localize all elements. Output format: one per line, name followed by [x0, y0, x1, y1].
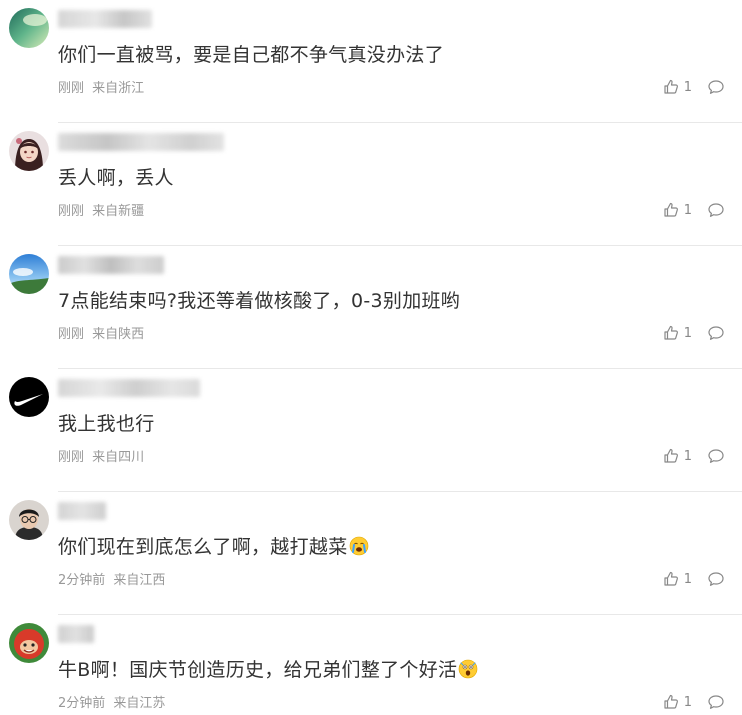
comment-text: 我上我也行 — [58, 413, 155, 435]
comment-meta: 刚刚 来自四川 — [58, 449, 144, 467]
comment-text-content: 你们现在到底怎么了啊，越打越菜 — [58, 536, 348, 558]
comment-item: 你们一直被骂，要是自己都不争气真没办法了 刚刚 来自浙江 1 — [0, 0, 742, 123]
comment-meta: 刚刚 来自浙江 — [58, 80, 144, 98]
comment-bubble-icon — [708, 203, 724, 217]
anime-girl-avatar-icon[interactable] — [9, 131, 49, 171]
like-button[interactable]: 1 — [663, 79, 692, 95]
reply-button[interactable] — [708, 571, 724, 587]
comment-meta: 刚刚 来自陕西 — [58, 326, 144, 344]
thumbs-up-icon — [664, 325, 678, 340]
comment-meta: 2分钟前 来自江苏 — [58, 695, 165, 713]
username-blurred[interactable] — [58, 625, 94, 643]
thumbs-up-icon — [664, 448, 678, 463]
thumbs-up-icon — [664, 79, 678, 94]
username-blurred[interactable] — [58, 133, 224, 151]
reply-button[interactable] — [708, 79, 724, 95]
comment-actions: 1 — [663, 325, 724, 341]
comment-location: 来自四川 — [92, 450, 145, 465]
comment-actions: 1 — [663, 79, 724, 95]
comment-text: 牛B啊！国庆节创造历史，给兄弟们整了个好活 — [58, 657, 478, 683]
username-blurred[interactable] — [58, 256, 164, 274]
thumbs-up-icon — [664, 202, 678, 217]
comment-actions: 1 — [663, 571, 724, 587]
thumbs-up-icon — [664, 694, 678, 709]
thumbs-up-icon — [664, 571, 678, 586]
comment-location: 来自浙江 — [92, 81, 145, 96]
crying-face-emoji-icon — [349, 536, 368, 556]
comment-actions: 1 — [663, 448, 724, 464]
blue-sky-landscape-avatar-icon[interactable] — [9, 254, 49, 294]
like-count: 1 — [683, 202, 692, 218]
like-count: 1 — [683, 694, 692, 710]
comment-location: 来自江苏 — [113, 696, 166, 711]
like-count: 1 — [683, 448, 692, 464]
username-blurred[interactable] — [58, 502, 106, 520]
comment-bubble-icon — [708, 572, 724, 586]
green-sky-avatar-icon[interactable] — [9, 8, 49, 48]
comment-item: 你们现在到底怎么了啊，越打越菜 2分钟前 来自江西 1 — [0, 492, 742, 615]
comment-time: 刚刚 — [58, 81, 85, 96]
like-count: 1 — [683, 571, 692, 587]
like-button[interactable]: 1 — [663, 571, 692, 587]
like-button[interactable]: 1 — [663, 202, 692, 218]
nike-swoosh-avatar-icon[interactable] — [9, 377, 49, 417]
shocked-face-emoji-icon — [459, 659, 478, 679]
person-with-glasses-avatar-icon[interactable] — [9, 500, 49, 540]
like-button[interactable]: 1 — [663, 694, 692, 710]
username-blurred[interactable] — [58, 379, 200, 397]
comment-actions: 1 — [663, 202, 724, 218]
like-button[interactable]: 1 — [663, 448, 692, 464]
comment-list: 你们一直被骂，要是自己都不争气真没办法了 刚刚 来自浙江 1 丢人啊，丢人 刚刚… — [0, 0, 742, 715]
comment-item: 丢人啊，丢人 刚刚 来自新疆 1 — [0, 123, 742, 246]
comment-bubble-icon — [708, 326, 724, 340]
comment-text: 丢人啊，丢人 — [58, 167, 174, 189]
like-count: 1 — [683, 79, 692, 95]
comment-time: 2分钟前 — [58, 573, 106, 588]
comment-meta: 2分钟前 来自江西 — [58, 572, 165, 590]
reply-button[interactable] — [708, 325, 724, 341]
username-blurred[interactable] — [58, 10, 152, 28]
reply-button[interactable] — [708, 202, 724, 218]
comment-time: 刚刚 — [58, 450, 85, 465]
comment-item: 我上我也行 刚刚 来自四川 1 — [0, 369, 742, 492]
comment-item: 牛B啊！国庆节创造历史，给兄弟们整了个好活 2分钟前 来自江苏 1 — [0, 615, 742, 715]
comment-location: 来自江西 — [113, 573, 166, 588]
like-button[interactable]: 1 — [663, 325, 692, 341]
comment-bubble-icon — [708, 695, 724, 709]
comment-time: 2分钟前 — [58, 696, 106, 711]
reply-button[interactable] — [708, 694, 724, 710]
red-cartoon-avatar-icon[interactable] — [9, 623, 49, 663]
comment-item: 7点能结束吗?我还等着做核酸了，0-3别加班哟 刚刚 来自陕西 1 — [0, 246, 742, 369]
comment-text: 你们现在到底怎么了啊，越打越菜 — [58, 534, 369, 560]
comment-location: 来自陕西 — [92, 327, 145, 342]
comment-time: 刚刚 — [58, 204, 85, 219]
reply-button[interactable] — [708, 448, 724, 464]
comment-location: 来自新疆 — [92, 204, 145, 219]
comment-text: 7点能结束吗?我还等着做核酸了，0-3别加班哟 — [58, 290, 461, 312]
comment-text: 你们一直被骂，要是自己都不争气真没办法了 — [58, 44, 445, 66]
comment-meta: 刚刚 来自新疆 — [58, 203, 144, 221]
like-count: 1 — [683, 325, 692, 341]
comment-time: 刚刚 — [58, 327, 85, 342]
comment-bubble-icon — [708, 449, 724, 463]
comment-bubble-icon — [708, 80, 724, 94]
comment-text-content: 牛B啊！国庆节创造历史，给兄弟们整了个好活 — [58, 659, 458, 681]
comment-actions: 1 — [663, 694, 724, 710]
